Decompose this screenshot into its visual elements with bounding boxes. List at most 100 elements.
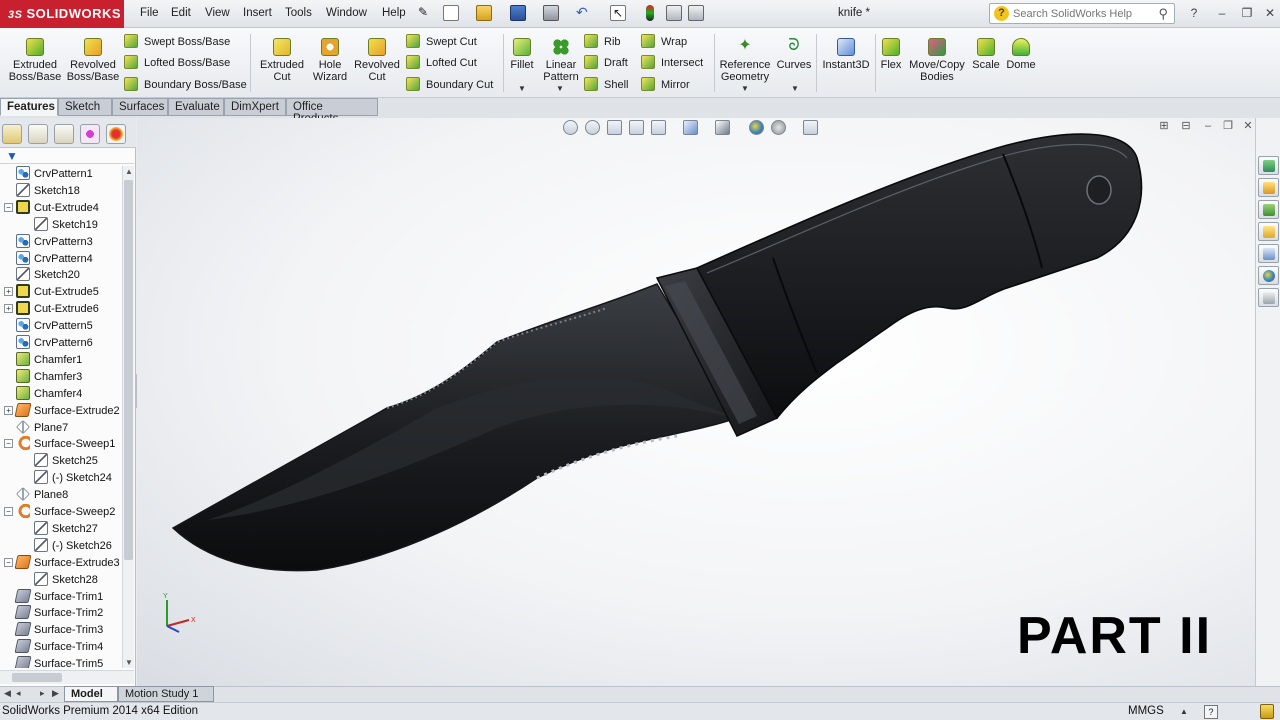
home-tab[interactable] [1258, 178, 1279, 197]
wrap-button[interactable]: Wrap [641, 34, 687, 48]
tree-node[interactable]: CrvPattern6 [4, 335, 93, 352]
solidworks-logo[interactable]: 3S SOLIDWORKS [0, 0, 124, 28]
tree-node[interactable]: Chamfer3 [4, 368, 82, 386]
rebuild-status-icon[interactable] [1260, 704, 1274, 719]
next-tab-arrow-icon[interactable]: ▸ [40, 688, 45, 699]
lofted-cut-button[interactable]: Lofted Cut [406, 55, 477, 69]
tree-node[interactable]: + Cut-Extrude6 [4, 301, 99, 318]
file-explorer-tab[interactable] [1258, 222, 1279, 241]
solidworks-resources-tab[interactable] [1258, 156, 1279, 175]
last-tab-arrow-icon[interactable]: ▶ [52, 688, 59, 699]
menu-file[interactable]: File [140, 7, 159, 19]
menu-window[interactable]: Window [326, 7, 367, 19]
menu-tools[interactable]: Tools [285, 7, 312, 19]
tab-surfaces[interactable]: Surfaces [112, 98, 168, 116]
units-indicator[interactable]: MMGS [1128, 705, 1164, 717]
hole-wizard-button[interactable]: Hole Wizard [308, 38, 352, 83]
tree-node[interactable]: Sketch18 [4, 182, 80, 200]
new-document-icon[interactable] [443, 5, 459, 21]
instant3d-button[interactable]: Instant3D [820, 38, 872, 71]
tree-node[interactable]: Plane7 [4, 419, 68, 437]
tree-node[interactable]: CrvPattern1 [4, 166, 93, 183]
revolved-boss-button[interactable]: Revolved Boss/Base [64, 38, 122, 83]
graphics-area[interactable]: ⊞ ⊟ – ❐ ✕ Y X PART II [137, 118, 1255, 686]
file-properties-icon[interactable] [666, 5, 682, 21]
tree-node[interactable]: Surface-Trim4 [4, 639, 103, 656]
lofted-boss-button[interactable]: Lofted Boss/Base [124, 55, 230, 69]
pin-icon[interactable]: ✎ [418, 5, 434, 21]
appearances-tab[interactable] [1258, 266, 1279, 285]
search-icon[interactable]: ⚲ [1158, 6, 1168, 22]
tree-node[interactable]: Sketch25 [22, 453, 98, 470]
extruded-cut-button[interactable]: Extruded Cut [256, 38, 308, 83]
tab-evaluate[interactable]: Evaluate [168, 98, 224, 116]
rib-button[interactable]: Rib [584, 34, 621, 48]
extruded-boss-button[interactable]: Extruded Boss/Base [6, 38, 64, 83]
view-palette-tab[interactable] [1258, 244, 1279, 263]
prev-tab-arrow-icon[interactable]: ◂ [16, 688, 21, 699]
menu-view[interactable]: View [205, 7, 230, 19]
tree-horizontal-scrollbar[interactable] [0, 670, 134, 684]
tree-node[interactable]: Chamfer4 [4, 385, 82, 403]
menu-edit[interactable]: Edit [171, 7, 191, 19]
tree-node[interactable]: Chamfer1 [4, 351, 82, 369]
units-dropdown-icon[interactable]: ▲ [1180, 707, 1188, 716]
tree-node[interactable]: − Surface-Sweep1 [4, 436, 115, 453]
tree-filter-row[interactable]: ▼ [0, 148, 134, 164]
minimize-icon[interactable]: – [1214, 5, 1230, 21]
curves-button[interactable]: ᘐ Curves [776, 38, 812, 72]
expand-toggle-icon[interactable]: + [4, 304, 13, 314]
print-icon[interactable] [543, 5, 559, 21]
scroll-thumb[interactable] [12, 673, 62, 682]
search-help-box[interactable]: ? ⚲ [989, 3, 1175, 24]
draft-button[interactable]: Draft [584, 55, 628, 69]
mirror-button[interactable]: Mirror [641, 77, 690, 91]
first-tab-arrow-icon[interactable]: ◀ [4, 688, 11, 699]
menu-help[interactable]: Help [382, 7, 406, 19]
help-status-icon[interactable]: ? [1204, 705, 1218, 719]
tree-node[interactable]: Sketch27 [22, 520, 98, 538]
boundary-cut-button[interactable]: Boundary Cut [406, 77, 493, 91]
tree-node[interactable]: − Cut-Extrude4 [4, 199, 99, 217]
curves-dropdown-icon[interactable]: ▼ [791, 84, 799, 93]
scroll-up-icon[interactable]: ▲ [125, 167, 133, 176]
scroll-thumb[interactable] [124, 180, 133, 560]
tree-node[interactable]: Sketch19 [22, 216, 98, 234]
tree-node[interactable]: CrvPattern3 [4, 233, 93, 251]
tab-motion-study-1[interactable]: Motion Study 1 [118, 686, 214, 702]
tree-node[interactable]: − Surface-Extrude3 [4, 554, 120, 572]
tree-node[interactable]: CrvPattern4 [4, 250, 93, 268]
tree-node[interactable]: Sketch28 [22, 571, 98, 589]
display-manager-tab-icon[interactable] [106, 124, 126, 144]
swept-cut-button[interactable]: Swept Cut [406, 34, 477, 48]
knife-model[interactable] [137, 118, 1255, 686]
reference-geometry-button[interactable]: ✦ Reference Geometry [718, 38, 772, 84]
tree-node[interactable]: CrvPattern5 [4, 318, 93, 335]
reference-geometry-dropdown-icon[interactable]: ▼ [741, 84, 749, 93]
close-icon[interactable]: ✕ [1262, 5, 1278, 21]
options-icon[interactable] [688, 5, 704, 21]
tree-node[interactable]: Surface-Trim5 [4, 656, 103, 668]
tree-node[interactable]: Surface-Trim3 [4, 622, 103, 639]
boundary-boss-button[interactable]: Boundary Boss/Base [124, 77, 247, 91]
tree-node[interactable]: Plane8 [4, 487, 68, 504]
help-icon[interactable]: ? [1186, 5, 1202, 21]
tab-features[interactable]: Features [0, 98, 58, 116]
shell-button[interactable]: Shell [584, 77, 628, 91]
tab-dimxpert[interactable]: DimXpert [224, 98, 286, 116]
revolved-cut-button[interactable]: Revolved Cut [352, 38, 402, 83]
feature-manager-tab-icon[interactable] [2, 124, 22, 144]
swept-boss-button[interactable]: Swept Boss/Base [124, 34, 230, 48]
design-library-tab[interactable] [1258, 200, 1279, 219]
flex-button[interactable]: Flex [878, 38, 904, 71]
linear-pattern-button[interactable]: Linear Pattern [538, 38, 584, 83]
menu-insert[interactable]: Insert [243, 7, 272, 19]
tree-node[interactable]: (-) Sketch26 [22, 537, 112, 555]
dome-button[interactable]: Dome [1004, 38, 1038, 71]
tree-node[interactable]: + Cut-Extrude5 [4, 284, 99, 301]
undo-icon[interactable]: ↶ [576, 5, 592, 21]
tree-vertical-scrollbar[interactable]: ▲ ▼ [122, 166, 134, 668]
open-icon[interactable] [476, 5, 492, 21]
tree-node[interactable]: Sketch20 [4, 267, 80, 284]
expand-toggle-icon[interactable]: − [4, 439, 13, 449]
